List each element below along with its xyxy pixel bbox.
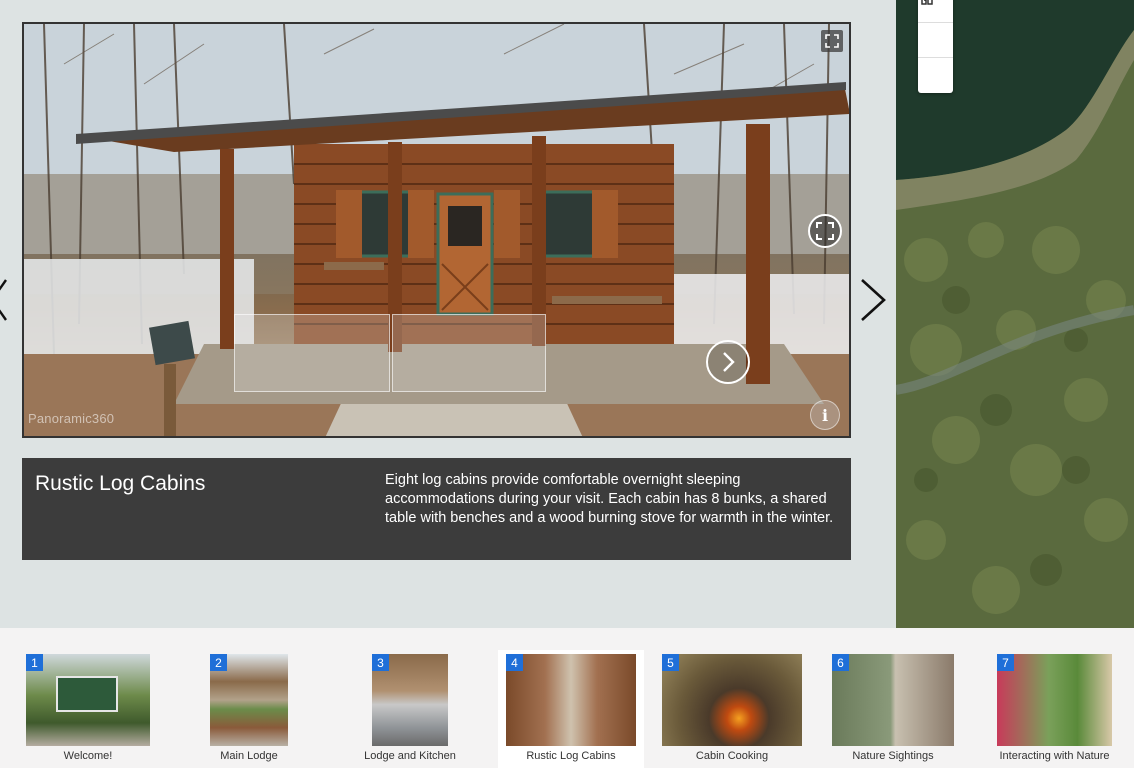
scene-preview-interior[interactable] xyxy=(392,314,546,392)
next-arrow-icon[interactable] xyxy=(858,276,888,324)
info-icon[interactable]: i xyxy=(810,400,840,430)
carousel-label: Nature Sightings xyxy=(852,750,934,762)
caption-description: Eight log cabins provide comfortable ove… xyxy=(385,472,834,526)
zoom-out-button[interactable] xyxy=(918,58,953,93)
carousel-number-badge: 3 xyxy=(372,654,389,671)
scene-preview-lodge[interactable] xyxy=(234,314,390,392)
carousel-label: Lodge and Kitchen xyxy=(364,750,456,762)
carousel-item-interacting-with-nature[interactable]: 7 Interacting with Nature xyxy=(997,650,1112,768)
carousel-thumbnail xyxy=(662,654,802,746)
fullscreen-icon[interactable] xyxy=(808,214,842,248)
carousel-thumbnail xyxy=(832,654,954,746)
story-panel: i Panoramic360 Rustic Log Cabins Eight l… xyxy=(0,0,896,628)
caption-title: Rustic Log Cabins xyxy=(35,472,206,495)
previous-arrow-icon[interactable] xyxy=(0,276,8,324)
carousel-number-badge: 7 xyxy=(997,654,1014,671)
carousel-label: Cabin Cooking xyxy=(695,750,769,762)
carousel-item-main-lodge[interactable]: 2 Main Lodge xyxy=(210,650,288,768)
caption-box: Rustic Log Cabins Eight log cabins provi… xyxy=(22,458,851,560)
map-panel[interactable] xyxy=(896,0,1134,628)
home-button[interactable] xyxy=(918,0,953,58)
carousel-number-badge: 4 xyxy=(506,654,523,671)
carousel-label: Main Lodge xyxy=(220,750,278,762)
carousel-number-badge: 5 xyxy=(662,654,679,671)
carousel-number-badge: 6 xyxy=(832,654,849,671)
carousel-item-cabin-cooking[interactable]: 5 Cabin Cooking xyxy=(662,650,802,768)
carousel-item-rustic-log-cabins[interactable]: 4 Rustic Log Cabins xyxy=(498,650,644,768)
minus-icon xyxy=(918,0,932,2)
carousel-number-badge: 1 xyxy=(26,654,43,671)
satellite-map-image xyxy=(896,0,1134,628)
carousel-label: Interacting with Nature xyxy=(999,750,1110,762)
carousel-item-lodge-kitchen[interactable]: 3 Lodge and Kitchen xyxy=(364,650,456,768)
panorama-viewer[interactable]: i Panoramic360 xyxy=(22,22,851,438)
map-zoom-controls xyxy=(918,0,953,93)
expand-icon[interactable] xyxy=(821,30,843,52)
hotspot-arrow-icon[interactable] xyxy=(706,340,750,384)
watermark-text: Panoramic360 xyxy=(28,411,115,426)
carousel-thumbnail xyxy=(26,654,150,746)
carousel-label: Rustic Log Cabins xyxy=(526,750,616,762)
carousel-item-welcome[interactable]: 1 Welcome! xyxy=(26,650,150,768)
carousel-thumbnail xyxy=(506,654,636,746)
carousel-item-nature-sightings[interactable]: 6 Nature Sightings xyxy=(832,650,954,768)
carousel-number-badge: 2 xyxy=(210,654,227,671)
carousel-label: Welcome! xyxy=(63,750,113,762)
story-carousel: 1 Welcome! 2 Main Lodge 3 Lodge and Kitc… xyxy=(0,628,1134,768)
carousel-thumbnail xyxy=(997,654,1112,746)
